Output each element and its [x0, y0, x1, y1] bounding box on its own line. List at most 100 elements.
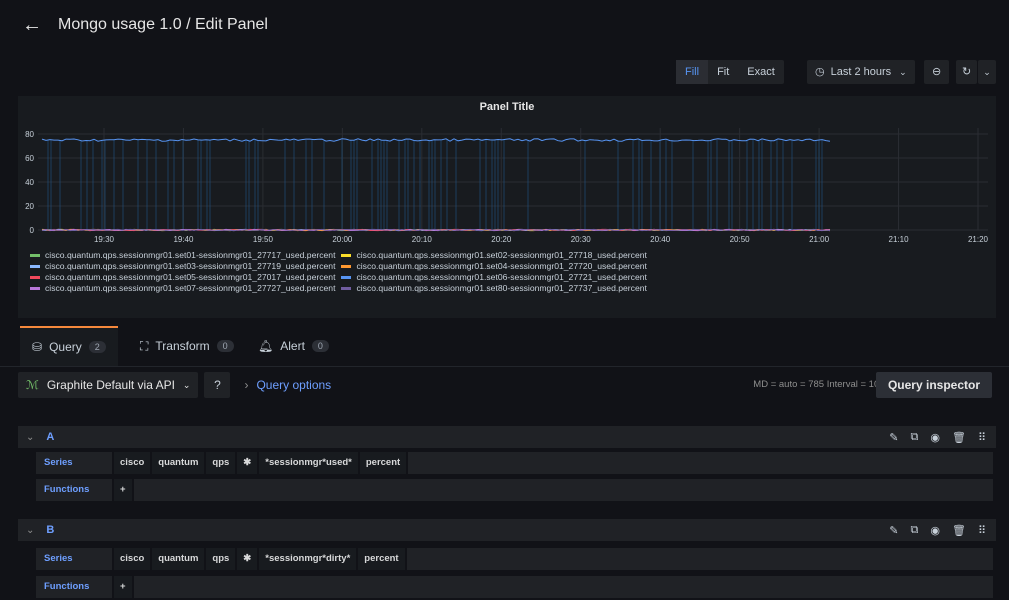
legend-row: cisco.quantum.qps.sessionmgr01.set05-ses…	[30, 272, 653, 283]
datasource-picker[interactable]: ℳ Graphite Default via API ⌄	[18, 372, 199, 398]
refresh-wrap: ↻ ⌄	[956, 60, 996, 84]
functions-label: Functions	[36, 576, 112, 598]
edit-pencil-icon[interactable]: ✎	[889, 431, 898, 444]
edit-pencil-icon[interactable]: ✎	[889, 524, 898, 537]
query-options-toggle[interactable]: › Query options	[244, 378, 331, 392]
drag-handle-icon[interactable]: ⠿	[978, 524, 986, 537]
x-tick-label: 21:20	[968, 235, 989, 244]
query-inspector-button[interactable]: Query inspector	[875, 372, 992, 398]
series-segment[interactable]: qps	[206, 452, 236, 474]
query-options-label: Query options	[256, 378, 332, 392]
legend-item[interactable]: cisco.quantum.qps.sessionmgr01.set05-ses…	[30, 272, 335, 283]
legend-swatch	[341, 287, 352, 290]
series-segment[interactable]: *sessionmgr*dirty*	[259, 548, 357, 570]
functions-label: Functions	[36, 479, 112, 501]
y-tick-label: 60	[25, 154, 34, 163]
legend-swatch	[341, 254, 352, 257]
x-tick-label: 20:30	[571, 235, 592, 244]
add-function-button[interactable]: +	[114, 479, 132, 501]
query-ref-b[interactable]: B	[46, 524, 54, 536]
query-a-series-row: Series cisco quantum qps ✱ *sessionmgr*u…	[36, 452, 993, 474]
tab-alert-label: Alert	[280, 339, 305, 353]
query-actions: ✎ ⧉ ◉ 🗑︎ ⠿	[877, 426, 986, 448]
series-row-fill	[408, 452, 993, 474]
series-label: Series	[36, 548, 112, 570]
x-tick-label: 20:40	[650, 235, 671, 244]
back-arrow-icon[interactable]: ←	[22, 14, 42, 37]
legend-row: cisco.quantum.qps.sessionmgr01.set01-ses…	[30, 250, 653, 261]
legend-item[interactable]: cisco.quantum.qps.sessionmgr01.set01-ses…	[30, 250, 335, 261]
time-series-chart: 0 20 40 60 80 19:30 19:40 19:50 20:00 20:10 20:20 2…	[25, 128, 989, 244]
trash-icon[interactable]: 🗑︎	[952, 431, 966, 444]
tab-query[interactable]: ⛁ Query 2	[20, 326, 118, 366]
eye-icon[interactable]: ◉	[930, 431, 940, 444]
legend-label: cisco.quantum.qps.sessionmgr01.set02-ses…	[356, 250, 647, 260]
legend-swatch	[341, 265, 352, 268]
duplicate-icon[interactable]: ⧉	[911, 524, 919, 537]
collapse-chevron-icon[interactable]: ⌄	[26, 432, 34, 443]
legend-item[interactable]: cisco.quantum.qps.sessionmgr01.set80-ses…	[341, 283, 647, 294]
legend-item[interactable]: cisco.quantum.qps.sessionmgr01.set02-ses…	[341, 250, 647, 261]
series-segment[interactable]: ✱	[237, 548, 258, 570]
time-range-label: Last 2 hours	[830, 66, 892, 78]
zoom-out-icon[interactable]: ⊖	[924, 60, 950, 84]
series-segment[interactable]: *sessionmgr*used*	[259, 452, 358, 474]
duplicate-icon[interactable]: ⧉	[911, 431, 919, 444]
legend-item[interactable]: cisco.quantum.qps.sessionmgr01.set04-ses…	[341, 261, 647, 272]
query-a-functions-row: Functions +	[36, 479, 993, 501]
tab-transform[interactable]: ⛶ Transform 0	[140, 326, 234, 366]
query-ref-a[interactable]: A	[46, 431, 54, 443]
query-a-header[interactable]: ⌄ A ✎ ⧉ ◉ 🗑︎ ⠿	[18, 426, 996, 448]
drag-handle-icon[interactable]: ⠿	[978, 431, 986, 444]
editor-tabs: ⛁ Query 2 ⛶ Transform 0 🔔︎ Alert 0	[0, 326, 1009, 366]
series-segment[interactable]: quantum	[152, 548, 205, 570]
eye-icon[interactable]: ◉	[930, 524, 940, 537]
series-segment[interactable]: percent	[359, 452, 407, 474]
series-segment[interactable]: percent	[358, 548, 405, 570]
legend-item[interactable]: cisco.quantum.qps.sessionmgr01.set07-ses…	[30, 283, 335, 294]
legend-swatch	[30, 276, 40, 279]
chevron-right-icon: ›	[244, 378, 249, 392]
refresh-chevron-icon[interactable]: ⌄	[978, 60, 996, 84]
help-icon[interactable]: ?	[204, 372, 231, 398]
chevron-down-icon: ⌄	[182, 380, 191, 390]
x-tick-label: 19:30	[94, 235, 115, 244]
legend-swatch	[30, 254, 40, 257]
y-tick-label: 20	[25, 202, 34, 211]
chevron-down-icon: ⌄	[899, 67, 907, 77]
y-tick-label: 0	[30, 226, 35, 235]
database-icon: ⛁	[32, 340, 43, 354]
x-tick-label: 21:10	[889, 235, 910, 244]
view-mode-toolbar: Fill Fit Exact	[676, 60, 784, 84]
panel-title[interactable]: Panel Title	[18, 96, 996, 118]
tab-alert[interactable]: 🔔︎ Alert 0	[258, 326, 329, 366]
page-title: Mongo usage 1.0 / Edit Panel	[58, 16, 268, 33]
series-segment[interactable]: cisco	[114, 452, 151, 474]
series-segment[interactable]: quantum	[152, 452, 205, 474]
series-segment[interactable]: ✱	[237, 452, 258, 474]
add-function-button[interactable]: +	[114, 576, 132, 598]
query-b-header[interactable]: ⌄ B ✎ ⧉ ◉ 🗑︎ ⠿	[18, 519, 996, 541]
legend-item[interactable]: cisco.quantum.qps.sessionmgr01.set06-ses…	[341, 272, 647, 283]
query-actions: ✎ ⧉ ◉ 🗑︎ ⠿	[877, 519, 986, 541]
trash-icon[interactable]: 🗑︎	[952, 524, 966, 537]
refresh-icon[interactable]: ↻	[956, 60, 978, 84]
legend-item[interactable]: cisco.quantum.qps.sessionmgr01.set03-ses…	[30, 261, 335, 272]
legend-swatch	[30, 265, 40, 268]
series-segment[interactable]: cisco	[114, 548, 151, 570]
legend-label: cisco.quantum.qps.sessionmgr01.set06-ses…	[356, 272, 647, 282]
collapse-chevron-icon[interactable]: ⌄	[26, 525, 34, 536]
legend-swatch	[30, 287, 40, 290]
series-segment[interactable]: qps	[206, 548, 236, 570]
view-exact-button[interactable]: Exact	[738, 60, 784, 84]
graphite-icon: ℳ	[26, 378, 39, 392]
view-fill-button[interactable]: Fill	[676, 60, 709, 84]
legend-label: cisco.quantum.qps.sessionmgr01.set05-ses…	[45, 272, 336, 282]
tab-alert-count: 0	[311, 340, 329, 352]
legend-label: cisco.quantum.qps.sessionmgr01.set01-ses…	[45, 250, 336, 260]
functions-row-fill	[133, 479, 993, 501]
x-tick-label: 20:00	[332, 235, 353, 244]
view-fit-button[interactable]: Fit	[708, 60, 738, 84]
x-tick-label: 19:50	[253, 235, 274, 244]
time-picker[interactable]: ◷ Last 2 hours ⌄	[807, 60, 915, 84]
